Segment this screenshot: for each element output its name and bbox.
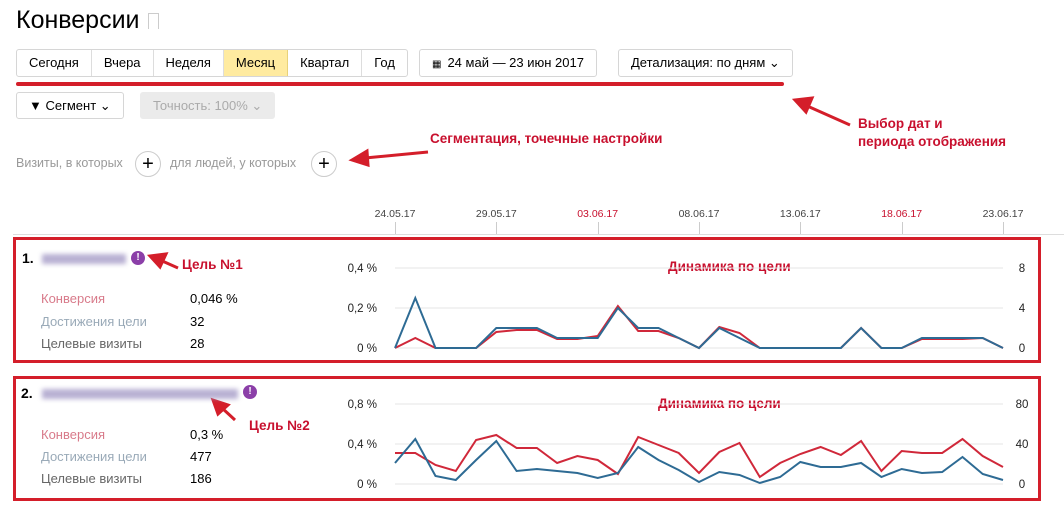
info-icon[interactable]: !	[243, 385, 257, 399]
metric-label: Достижения цели	[41, 314, 147, 329]
metric-value: 186	[190, 471, 212, 486]
annotation-goal2: Цель №2	[249, 418, 310, 433]
metric-value: 0,046 %	[190, 291, 238, 306]
metric-value: 0,3 %	[190, 427, 224, 442]
metric-label: Конверсия	[41, 427, 106, 442]
metric-label: Конверсия	[41, 291, 106, 306]
date-tick-label: 18.06.17	[881, 208, 923, 220]
date-tick-label: 24.05.17	[374, 208, 416, 220]
metric-label: Целевые визиты	[41, 471, 143, 486]
date-tick	[1003, 222, 1004, 234]
info-icon[interactable]: !	[131, 251, 145, 265]
date-tick	[496, 222, 498, 234]
date-tick-label: 03.06.17	[577, 208, 619, 220]
goal-card-1	[13, 237, 1041, 363]
goal-name-blurred[interactable]	[42, 389, 238, 399]
date-tick-label: 29.05.17	[475, 208, 517, 220]
date-tick	[699, 222, 700, 234]
metric-value: 477	[190, 449, 212, 464]
date-tick	[901, 222, 903, 234]
annotation-goal1: Цель №1	[182, 257, 243, 272]
goal-number: 1.	[22, 250, 34, 266]
goal-name-blurred[interactable]	[42, 254, 126, 264]
date-tick	[395, 222, 396, 234]
annotation-dynamics: Динамика по цели	[658, 396, 781, 411]
date-tick	[800, 222, 802, 234]
goal-number: 2.	[21, 385, 33, 401]
metric-label: Достижения цели	[41, 449, 147, 464]
date-tick-label: 13.06.17	[779, 208, 821, 220]
metric-value: 28	[190, 336, 205, 351]
annotation-dynamics: Динамика по цели	[668, 259, 791, 274]
date-tick-label: 23.06.17	[982, 208, 1024, 220]
date-tick-label: 08.06.17	[678, 208, 720, 220]
metric-label: Целевые визиты	[41, 336, 143, 351]
timeline-axis	[13, 234, 1064, 235]
date-tick	[597, 222, 599, 234]
metric-value: 32	[190, 314, 205, 329]
